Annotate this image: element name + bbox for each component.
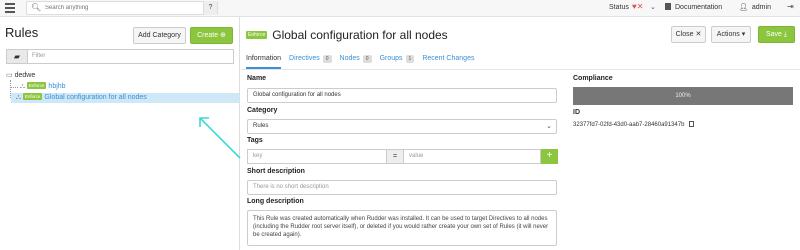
folder-icon: ▭ bbox=[6, 72, 13, 79]
copy-icon[interactable] bbox=[689, 121, 695, 127]
tree-rule-hbjhb[interactable]: ⛬ Enforce hbjhb bbox=[20, 82, 66, 92]
search-input[interactable] bbox=[45, 2, 195, 14]
search-icon: 🔍︎ bbox=[31, 3, 42, 12]
sitemap-icon: ⛬ bbox=[20, 83, 25, 90]
status-label[interactable]: Status bbox=[609, 4, 629, 11]
name-field[interactable]: Global configuration for all nodes bbox=[247, 88, 557, 103]
tab-recent-changes[interactable]: Recent Changes bbox=[422, 55, 474, 69]
rules-sidebar: Rules Add Category Create ⊕ ▰ Filter ▭ de… bbox=[0, 17, 241, 250]
tree-category-dedwe[interactable]: ▭ dedwe bbox=[6, 71, 35, 81]
count-badge: 1 bbox=[405, 55, 415, 63]
tag-value-input[interactable]: value bbox=[403, 149, 541, 164]
close-icon: ✕ bbox=[695, 31, 702, 38]
plus-circle-icon: ⊕ bbox=[220, 32, 226, 39]
rule-detail-panel: Enforce Global configuration for all node… bbox=[241, 17, 800, 250]
tree-connector bbox=[10, 87, 18, 88]
tab-nodes[interactable]: Nodes 0 bbox=[340, 55, 372, 69]
tab-directives[interactable]: Directives 0 bbox=[289, 55, 332, 69]
sitemap-icon: ⛬ bbox=[16, 94, 21, 101]
add-category-button[interactable]: Add Category bbox=[133, 27, 186, 44]
short-description-input[interactable]: There is no short description bbox=[247, 180, 557, 195]
heartbeat-icon[interactable]: ♥✕ bbox=[632, 2, 643, 11]
menu-icon[interactable] bbox=[5, 3, 15, 13]
filter-input[interactable]: Filter bbox=[28, 49, 234, 64]
tag-key-input[interactable]: key bbox=[247, 149, 387, 164]
documentation-link[interactable]: Documentation bbox=[665, 3, 722, 11]
add-tag-button[interactable]: + bbox=[541, 149, 558, 164]
book-icon bbox=[665, 3, 671, 10]
tags-label: Tags bbox=[247, 137, 263, 144]
chevron-down-icon[interactable]: ⌄ bbox=[650, 3, 656, 11]
actions-button[interactable]: Actions ▾ bbox=[711, 26, 751, 43]
category-label: Category bbox=[247, 107, 278, 114]
long-description-label: Long description bbox=[247, 198, 304, 205]
filter-row: ▰ Filter bbox=[6, 49, 234, 64]
caret-down-icon: ▾ bbox=[741, 31, 746, 38]
user-menu[interactable]: 👤︎ admin bbox=[739, 3, 771, 11]
category-select[interactable]: Rules ⌄ bbox=[247, 119, 557, 134]
search-box[interactable]: 🔍︎ ? bbox=[26, 1, 218, 15]
logout-icon[interactable]: ⇥ bbox=[787, 2, 794, 11]
tab-groups[interactable]: Groups 1 bbox=[380, 55, 415, 69]
download-icon: ⤓ bbox=[783, 31, 788, 38]
tree-rule-global-config[interactable]: ⛬ Enforce Global configuration for all nod… bbox=[11, 93, 239, 103]
save-button[interactable]: Save ⤓ bbox=[758, 26, 795, 43]
tag-equals: = bbox=[387, 149, 403, 164]
page-title: Rules bbox=[5, 25, 39, 40]
chevron-down-icon: ⌄ bbox=[546, 123, 552, 130]
user-icon: 👤︎ bbox=[739, 4, 748, 11]
tabs-divider bbox=[241, 69, 800, 70]
help-icon[interactable]: ? bbox=[203, 1, 217, 15]
compliance-bar[interactable]: 100% bbox=[573, 87, 793, 105]
enforce-badge: Enforce bbox=[246, 31, 268, 39]
top-bar: 🔍︎ ? Status ♥✕ ⌄ Documentation 👤︎admin ⇥ bbox=[0, 0, 800, 17]
count-badge: 0 bbox=[322, 55, 332, 63]
long-description-textarea[interactable]: This Rule was created automatically when… bbox=[247, 210, 557, 246]
short-description-label: Short description bbox=[247, 168, 305, 175]
annotation-arrow bbox=[199, 117, 241, 159]
rule-title: Global configuration for all nodes bbox=[272, 28, 448, 42]
rule-id: 32377fd7-02fd-43d0-aab7-28460a91347b bbox=[573, 121, 695, 128]
tabs: Information Directives 0 Nodes 0 Groups 1 R… bbox=[246, 55, 795, 69]
id-label: ID bbox=[573, 109, 580, 116]
compliance-label: Compliance bbox=[573, 75, 613, 82]
folder-icon[interactable]: ▰ bbox=[6, 49, 28, 64]
name-label: Name bbox=[247, 75, 267, 82]
tab-information[interactable]: Information bbox=[246, 55, 282, 69]
create-button[interactable]: Create ⊕ bbox=[190, 27, 233, 44]
enforce-badge: Enforce bbox=[22, 93, 43, 100]
close-button[interactable]: Close ✕ bbox=[671, 26, 706, 43]
enforce-badge: Enforce bbox=[26, 82, 47, 89]
count-badge: 0 bbox=[362, 55, 372, 63]
rule-title-row: Enforce Global configuration for all node… bbox=[246, 26, 448, 42]
